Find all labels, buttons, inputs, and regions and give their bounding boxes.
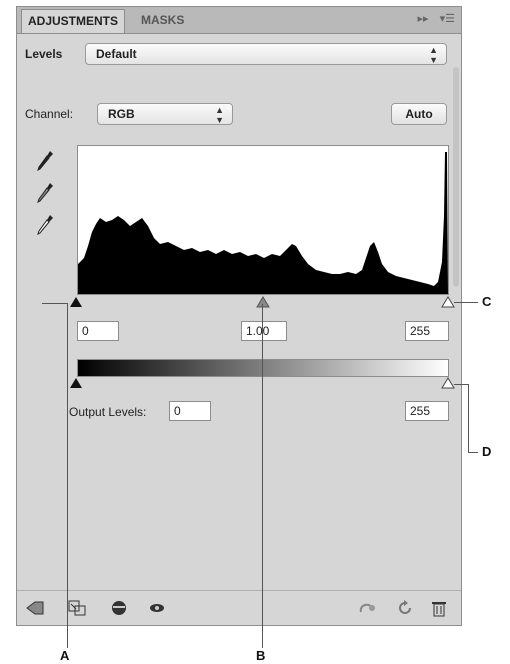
dropdown-arrows-icon: ▲ ▼ — [429, 45, 438, 65]
reset-icon[interactable] — [357, 599, 377, 617]
output-white-field[interactable]: 255 — [405, 401, 449, 421]
panel-menu-icon[interactable]: ▾☰ — [440, 12, 455, 25]
callout-a-connector — [42, 303, 68, 304]
input-black-field[interactable]: 0 — [77, 321, 119, 341]
delete-icon[interactable] — [429, 599, 449, 617]
clip-to-layer-icon[interactable] — [67, 599, 87, 617]
channel-label: Channel: — [25, 107, 74, 121]
output-levels-label: Output Levels: — [69, 405, 147, 419]
callout-d-label: D — [482, 444, 492, 459]
tab-adjustments[interactable]: ADJUSTMENTS — [21, 9, 126, 33]
output-black-slider[interactable] — [69, 377, 83, 389]
white-eyedropper-icon[interactable] — [35, 213, 55, 237]
input-white-field[interactable]: 255 — [405, 321, 449, 341]
adjustments-panel: ADJUSTMENTS MASKS ▸▸ ▾☰ Levels Default ▲… — [16, 6, 462, 626]
callout-c-label: C — [482, 294, 492, 309]
input-black-slider[interactable] — [69, 296, 83, 308]
tab-masks[interactable]: MASKS — [135, 9, 190, 32]
callout-c-line — [454, 302, 478, 303]
input-white-slider[interactable] — [441, 296, 455, 308]
callout-a-label: A — [60, 648, 70, 663]
input-gamma-slider[interactable] — [256, 296, 270, 308]
output-black-field[interactable]: 0 — [169, 401, 211, 421]
callout-d-line-bottom — [468, 452, 478, 453]
layer-visibility-icon[interactable] — [109, 599, 129, 617]
output-gradient-bar — [77, 359, 449, 377]
expand-arrows-icon[interactable]: ▸▸ — [418, 12, 429, 25]
levels-label: Levels — [25, 47, 63, 61]
callout-d-line-top — [454, 384, 468, 385]
gray-eyedropper-icon[interactable] — [35, 181, 55, 205]
callout-d-line-vertical — [468, 384, 469, 452]
input-gamma-field[interactable]: 1.00 — [241, 321, 287, 341]
callout-b-line — [262, 304, 263, 648]
tab-bar: ADJUSTMENTS MASKS ▸▸ ▾☰ — [17, 7, 461, 34]
callout-b-label: B — [256, 648, 266, 663]
histogram — [77, 145, 449, 295]
preset-value: Default — [96, 47, 137, 61]
channel-dropdown[interactable]: RGB ▲ ▼ — [97, 103, 233, 125]
black-eyedropper-icon[interactable] — [35, 149, 55, 173]
auto-button[interactable]: Auto — [391, 103, 447, 125]
panel-footer — [17, 590, 461, 625]
dropdown-arrows-icon: ▲ ▼ — [215, 105, 224, 125]
panel-tab-controls: ▸▸ ▾☰ — [410, 12, 456, 25]
histogram-graph — [78, 152, 448, 294]
output-white-slider[interactable] — [441, 377, 455, 389]
view-previous-state-icon[interactable] — [147, 599, 167, 617]
preset-dropdown[interactable]: Default ▲ ▼ — [85, 43, 447, 65]
callout-a-line — [67, 303, 68, 648]
panel-scrollbar[interactable] — [453, 67, 459, 287]
channel-value: RGB — [108, 107, 135, 121]
return-to-list-icon[interactable] — [25, 599, 45, 617]
refresh-icon[interactable] — [395, 599, 415, 617]
